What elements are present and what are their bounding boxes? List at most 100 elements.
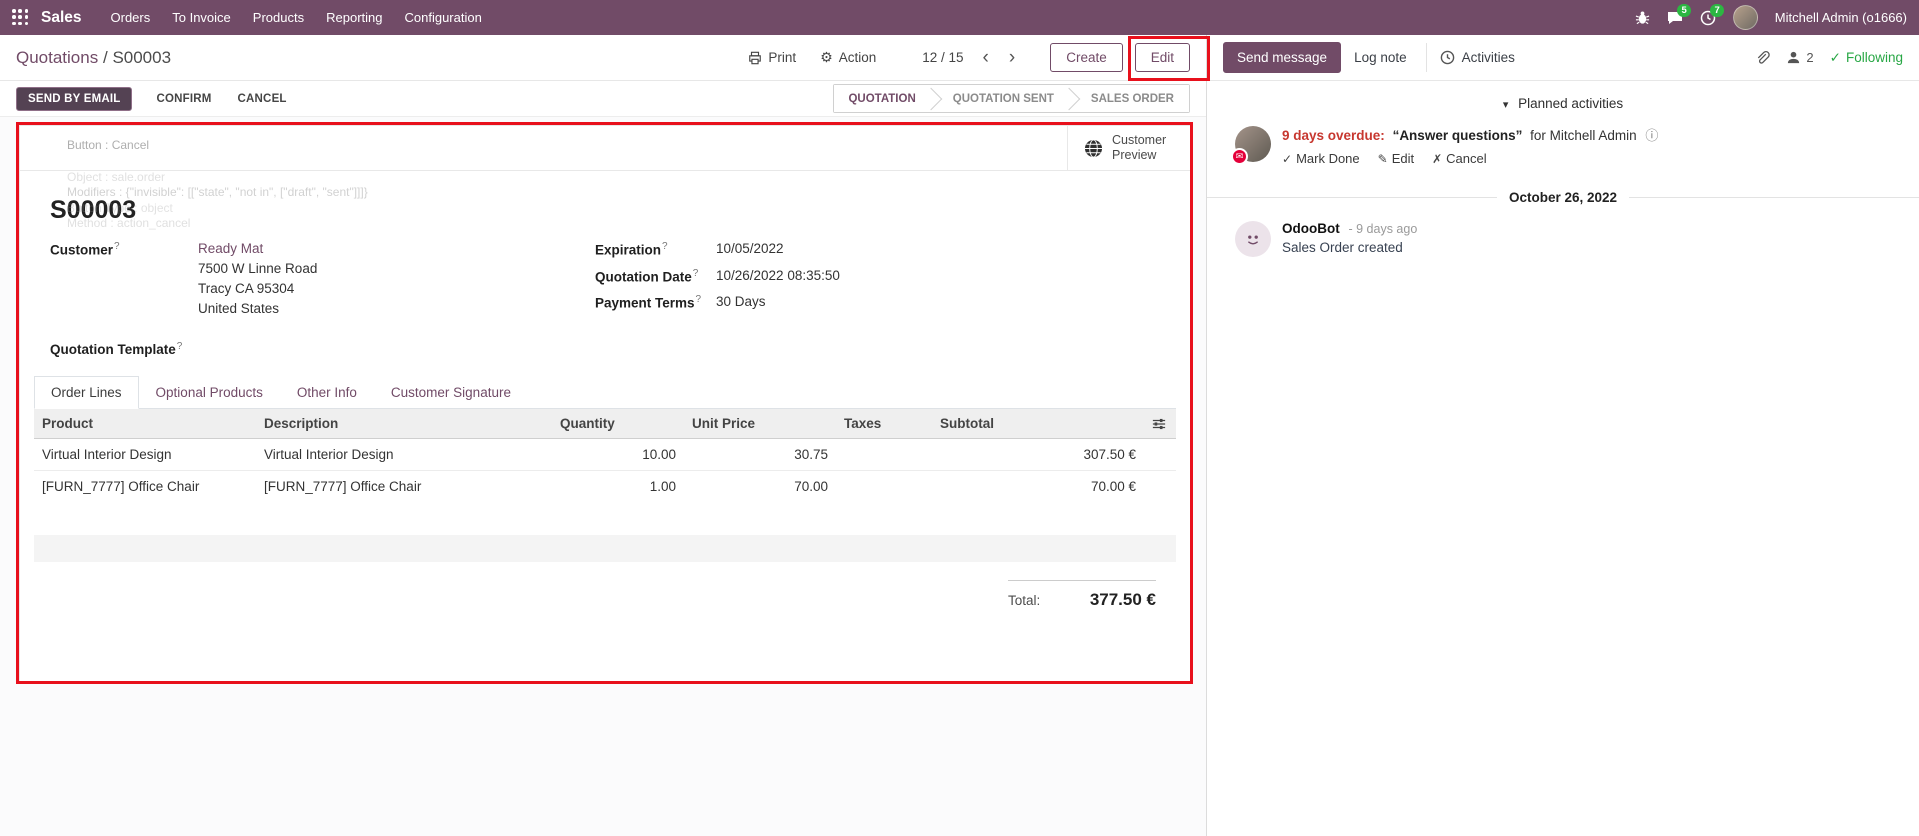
- menu-reporting[interactable]: Reporting: [315, 0, 393, 35]
- activity-cancel-button[interactable]: ✗Cancel: [1432, 151, 1487, 166]
- record-title: S00003: [50, 196, 1160, 225]
- cell-taxes[interactable]: [836, 471, 932, 503]
- planned-activities-toggle[interactable]: ▾ Planned activities: [1207, 89, 1919, 126]
- cell-product[interactable]: Virtual Interior Design: [34, 439, 256, 471]
- optional-columns-button[interactable]: [1144, 409, 1176, 439]
- caret-down-icon: ▾: [1503, 99, 1509, 111]
- cell-unit-price[interactable]: 70.00: [684, 471, 836, 503]
- payment-terms-value[interactable]: 30 Days: [716, 294, 1160, 311]
- form-content: Customer Preview Button : Cancel Object …: [0, 117, 1206, 836]
- chatter-toolbar-right: 2 ✓ Following: [1755, 50, 1903, 66]
- order-lines-table: Product Description Quantity Unit Price …: [34, 409, 1176, 562]
- printer-icon: [748, 51, 762, 65]
- cell-description[interactable]: [FURN_7777] Office Chair: [256, 471, 552, 503]
- cell-blank: [1144, 471, 1176, 503]
- cell-subtotal[interactable]: 70.00 €: [932, 471, 1144, 503]
- tab-other-info[interactable]: Other Info: [280, 376, 374, 409]
- customer-value-link[interactable]: Ready Mat: [198, 241, 595, 258]
- navbar-systray: 5 7 Mitchell Admin (o1666): [1635, 5, 1907, 30]
- quotation-template-label: Quotation Template?: [50, 342, 182, 357]
- breadcrumb-quotations-link[interactable]: Quotations: [16, 48, 98, 67]
- create-button[interactable]: Create: [1050, 43, 1123, 72]
- status-step-quotation-sent[interactable]: QUOTATION SENT: [931, 85, 1069, 112]
- header-product[interactable]: Product: [34, 409, 256, 439]
- status-step-sales-order[interactable]: SALES ORDER: [1069, 85, 1189, 112]
- control-panel: Quotations / S00003 Print ⚙ Action 12 / …: [0, 35, 1206, 81]
- edit-button[interactable]: Edit: [1135, 43, 1190, 72]
- help-question-icon: ?: [662, 241, 668, 252]
- send-message-button[interactable]: Send message: [1223, 42, 1341, 73]
- pager-next-button[interactable]: ›: [1000, 48, 1024, 67]
- breadcrumb-current: S00003: [112, 48, 171, 67]
- quotation-template-field[interactable]: Quotation Template?: [50, 341, 1160, 358]
- pager-value[interactable]: 12 / 15: [914, 50, 971, 65]
- tab-order-lines[interactable]: Order Lines: [34, 376, 139, 409]
- menu-configuration[interactable]: Configuration: [393, 0, 492, 35]
- send-by-email-button[interactable]: SEND BY EMAIL: [16, 87, 132, 111]
- expiration-value[interactable]: 10/05/2022: [716, 241, 1160, 258]
- field-spacer: [50, 279, 198, 298]
- print-button[interactable]: Print: [740, 44, 804, 71]
- followers-button[interactable]: 2: [1786, 50, 1813, 65]
- chatter-body: ▾ Planned activities ✉ 9 days overdue: “…: [1207, 81, 1919, 265]
- tab-optional-products[interactable]: Optional Products: [139, 376, 280, 409]
- field-group-right: Expiration? 10/05/2022 Quotation Date? 1…: [595, 241, 1160, 318]
- customer-preview-button[interactable]: Customer Preview: [1067, 126, 1190, 170]
- messages-icon[interactable]: 5: [1667, 10, 1683, 26]
- odoobot-avatar[interactable]: [1235, 221, 1271, 257]
- cell-unit-price[interactable]: 30.75: [684, 439, 836, 471]
- log-note-button[interactable]: Log note: [1341, 43, 1420, 72]
- clock-icon: [1440, 50, 1455, 65]
- apps-grid-icon[interactable]: [12, 9, 29, 26]
- following-button[interactable]: ✓ Following: [1830, 50, 1903, 66]
- cell-quantity[interactable]: 1.00: [552, 471, 684, 503]
- quotation-date-value[interactable]: 10/26/2022 08:35:50: [716, 268, 1160, 285]
- tab-customer-signature[interactable]: Customer Signature: [374, 376, 528, 409]
- header-description[interactable]: Description: [256, 409, 552, 439]
- app-brand[interactable]: Sales: [41, 9, 82, 27]
- customer-address-line: 7500 W Linne Road: [198, 259, 595, 278]
- cell-quantity[interactable]: 10.00: [552, 439, 684, 471]
- customer-address-line: Tracy CA 95304: [198, 279, 595, 298]
- help-question-icon: ?: [177, 341, 183, 352]
- field-groups: Customer? Ready Mat 7500 W Linne Road Tr…: [50, 241, 1160, 318]
- notebook-tabs: Order Lines Optional Products Other Info…: [34, 376, 1176, 409]
- user-name[interactable]: Mitchell Admin (o1666): [1775, 10, 1907, 25]
- cell-description[interactable]: Virtual Interior Design: [256, 439, 552, 471]
- message-author[interactable]: OdooBot: [1282, 221, 1340, 236]
- menu-products[interactable]: Products: [242, 0, 315, 35]
- user-avatar[interactable]: [1733, 5, 1758, 30]
- pager-previous-button[interactable]: ‹: [974, 48, 998, 67]
- cross-icon: ✗: [1432, 152, 1442, 166]
- quotation-date-label: Quotation Date?: [595, 268, 716, 285]
- cell-taxes[interactable]: [836, 439, 932, 471]
- schedule-activity-button[interactable]: Activities: [1426, 43, 1528, 72]
- status-pipeline: QUOTATION QUOTATION SENT SALES ORDER: [833, 84, 1190, 113]
- cancel-button[interactable]: CANCEL: [228, 88, 297, 110]
- info-icon[interactable]: ⓘ: [1645, 128, 1658, 143]
- confirm-button[interactable]: CONFIRM: [146, 88, 221, 110]
- empty-row-striped: [34, 535, 1176, 562]
- status-step-quotation[interactable]: QUOTATION: [834, 85, 930, 112]
- help-question-icon: ?: [693, 268, 699, 279]
- attachments-button[interactable]: [1755, 50, 1770, 65]
- top-navbar: Sales Orders To Invoice Products Reporti…: [0, 0, 1919, 35]
- order-line-row[interactable]: Virtual Interior Design Virtual Interior…: [34, 439, 1176, 471]
- action-button[interactable]: ⚙ Action: [812, 43, 884, 72]
- header-unit-price[interactable]: Unit Price: [684, 409, 836, 439]
- header-subtotal[interactable]: Subtotal: [932, 409, 1144, 439]
- cell-subtotal[interactable]: 307.50 €: [932, 439, 1144, 471]
- activities-clock-icon[interactable]: 7: [1700, 10, 1716, 26]
- menu-orders[interactable]: Orders: [100, 0, 162, 35]
- activity-user-avatar[interactable]: ✉: [1235, 126, 1271, 162]
- order-line-row[interactable]: [FURN_7777] Office Chair [FURN_7777] Off…: [34, 471, 1176, 503]
- message-body: Sales Order created: [1282, 240, 1417, 255]
- menu-to-invoice[interactable]: To Invoice: [161, 0, 242, 35]
- mark-done-button[interactable]: ✓Mark Done: [1282, 151, 1360, 166]
- debug-bug-icon[interactable]: [1635, 10, 1650, 25]
- header-taxes[interactable]: Taxes: [836, 409, 932, 439]
- activities-count-badge: 7: [1710, 4, 1723, 17]
- header-quantity[interactable]: Quantity: [552, 409, 684, 439]
- cell-product[interactable]: [FURN_7777] Office Chair: [34, 471, 256, 503]
- activity-edit-button[interactable]: ✎Edit: [1378, 151, 1414, 166]
